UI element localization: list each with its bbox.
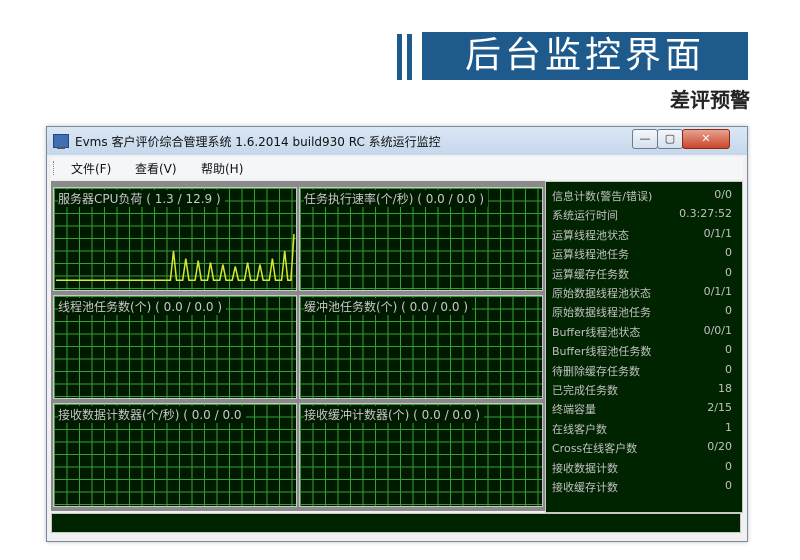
status-info-key: 接收数据计数 — [552, 461, 618, 475]
status-info-row: 运算线程池任务 0 — [552, 244, 732, 263]
status-info-row: 已完成任务数 18 — [552, 380, 732, 399]
status-info-row: 接收数据计数 0 — [552, 458, 732, 477]
status-info-row: 待删除缓存任务数 0 — [552, 361, 732, 380]
task-rate-label: 任务执行速率(个/秒) ( 0.0 / 0.0 ) — [304, 190, 489, 207]
status-info-row: 运算线程池状态 0/1/1 — [552, 225, 732, 244]
status-info-key: Buffer线程池状态 — [552, 325, 641, 339]
status-info-key: 运算线程池状态 — [552, 228, 629, 242]
status-info-row: 在线客户数 1 — [552, 419, 732, 438]
status-info-value: 0 — [725, 459, 732, 473]
status-info-key: 接收缓存计数 — [552, 481, 618, 494]
recv-data-label: 接收数据计数器(个/秒) ( 0.0 / 0.0 — [58, 406, 246, 423]
recv-buffer-panel: 接收缓冲计数器(个) ( 0.0 / 0.0 ) — [299, 403, 543, 507]
menu-help[interactable]: 帮助(H) — [201, 160, 243, 177]
status-info-row: 终端容量 2/15 — [552, 399, 732, 418]
banner-decoration — [397, 34, 417, 80]
window-title: Evms 客户评价综合管理系统 1.6.2014 build930 RC 系统运… — [75, 135, 441, 149]
cpu-load-panel: 服务器CPU负荷 ( 1.3 / 12.9 ) — [53, 187, 297, 291]
status-info-key: Buffer线程池任务数 — [552, 345, 652, 359]
pool-tasks-label: 线程池任务数(个) ( 0.0 / 0.0 ) — [58, 298, 227, 315]
status-info-row: 信息计数(警告/错误) 0/0 — [552, 186, 732, 205]
monitor-window: Evms 客户评价综合管理系统 1.6.2014 build930 RC 系统运… — [46, 126, 748, 542]
menu-view[interactable]: 查看(V) — [135, 160, 177, 177]
minimize-button[interactable]: — — [632, 129, 658, 149]
status-info-value: 0/0/1 — [703, 323, 732, 337]
status-info-row: 接收缓存计数 0 — [552, 477, 732, 496]
status-bar — [51, 513, 741, 533]
menu-file[interactable]: 文件(F) — [71, 160, 111, 177]
app-monitor-icon — [53, 134, 69, 149]
status-info-key: Cross在线客户数 — [552, 442, 638, 456]
recv-data-panel: 接收数据计数器(个/秒) ( 0.0 / 0.0 — [53, 403, 297, 507]
status-info-value: 2/15 — [707, 401, 732, 415]
status-info-row: 运算缓存任务数 0 — [552, 264, 732, 283]
banner-title: 后台监控界面 — [422, 32, 748, 80]
status-info-key: 系统运行时间 — [552, 209, 618, 223]
status-info-value: 0 — [725, 343, 732, 357]
status-info-key: 运算线程池任务 — [552, 248, 629, 262]
status-info-value: 0 — [725, 246, 732, 260]
status-info-row: Cross在线客户数 0/20 — [552, 438, 732, 457]
status-info-row: Buffer线程池任务数 0 — [552, 341, 732, 360]
cpu-load-label: 服务器CPU负荷 ( 1.3 / 12.9 ) — [58, 190, 225, 207]
status-info-value: 0/1/1 — [703, 285, 732, 298]
task-rate-panel: 任务执行速率(个/秒) ( 0.0 / 0.0 ) — [299, 187, 543, 291]
cpu-load-series-line — [56, 234, 295, 281]
status-info-value: 1 — [725, 420, 732, 434]
status-info-value: 0/0 — [714, 188, 732, 201]
status-info-value: 18 — [718, 382, 732, 395]
status-info-key: 原始数据线程池状态 — [552, 287, 651, 300]
menu-bar: 文件(F) 查看(V) 帮助(H) — [51, 157, 743, 179]
status-info-row: Buffer线程池状态 0/0/1 — [552, 322, 732, 341]
buffer-tasks-panel: 缓冲池任务数(个) ( 0.0 / 0.0 ) — [299, 295, 543, 399]
pool-tasks-panel: 线程池任务数(个) ( 0.0 / 0.0 ) — [53, 295, 297, 399]
recv-buffer-label: 接收缓冲计数器(个) ( 0.0 / 0.0 ) — [304, 406, 485, 423]
status-info-value: 0 — [725, 479, 732, 492]
status-info-value: 0.3:27:52 — [679, 207, 732, 221]
status-info-key: 已完成任务数 — [552, 384, 618, 397]
title-bar[interactable]: Evms 客户评价综合管理系统 1.6.2014 build930 RC 系统运… — [47, 127, 747, 155]
status-info-row: 原始数据线程池状态 0/1/1 — [552, 283, 732, 302]
status-info-panel: 信息计数(警告/错误) 0/0 系统运行时间 0.3:27:52 运算线程池状态 0/1/… — [545, 181, 743, 513]
menu-grip — [53, 161, 56, 175]
buffer-tasks-label: 缓冲池任务数(个) ( 0.0 / 0.0 ) — [304, 298, 473, 315]
maximize-button[interactable]: ▢ — [657, 129, 683, 149]
close-button[interactable]: ✕ — [682, 129, 730, 149]
status-info-key: 终端容量 — [552, 403, 596, 417]
status-info-key: 原始数据线程池任务 — [552, 306, 651, 320]
status-info-row: 系统运行时间 0.3:27:52 — [552, 205, 732, 224]
status-info-key: 信息计数(警告/错误) — [552, 190, 653, 203]
status-info-key: 运算缓存任务数 — [552, 267, 629, 281]
status-info-key: 待删除缓存任务数 — [552, 364, 640, 378]
status-info-value: 0 — [725, 304, 732, 318]
status-info-key: 在线客户数 — [552, 422, 607, 436]
status-info-value: 0 — [725, 362, 732, 376]
status-info-value: 0/20 — [707, 440, 732, 454]
status-info-value: 0 — [725, 265, 732, 279]
monitor-client-area: 服务器CPU负荷 ( 1.3 / 12.9 ) 任务执行速率(个/秒) ( 0.… — [51, 181, 743, 513]
banner-subtitle: 差评预警 — [670, 88, 750, 112]
status-info-row: 原始数据线程池任务 0 — [552, 302, 732, 321]
status-info-value: 0/1/1 — [703, 226, 732, 240]
